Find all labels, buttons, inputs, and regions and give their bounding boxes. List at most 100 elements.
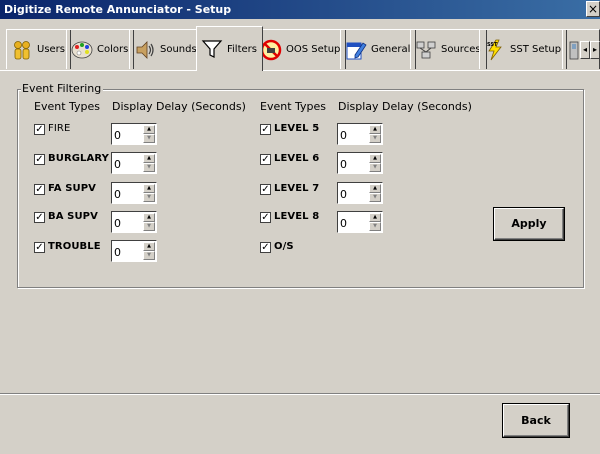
fire-delay-stepper[interactable]: 0 ▲ ▼ <box>111 123 157 145</box>
fire-checkbox[interactable]: ✓ <box>34 124 45 135</box>
spin-down-button[interactable]: ▼ <box>143 251 155 260</box>
level-8-checkbox[interactable]: ✓ <box>260 212 271 223</box>
tab-colors[interactable]: Colors <box>66 29 135 69</box>
spin-buttons: ▲ ▼ <box>143 213 155 231</box>
spin-buttons: ▲ ▼ <box>143 154 155 172</box>
tab-sst-setup[interactable]: SST SST Setup <box>479 29 568 69</box>
close-button[interactable]: × <box>586 1 600 17</box>
spin-buttons: ▲ ▼ <box>143 125 155 143</box>
level-8-label: LEVEL 8 <box>274 211 320 222</box>
fa-supv-delay-stepper[interactable]: 0 ▲ ▼ <box>111 182 157 204</box>
level-5-delay-stepper[interactable]: 0 ▲ ▼ <box>337 123 383 145</box>
spin-up-button[interactable]: ▲ <box>369 154 381 163</box>
group-label: Event Filtering <box>21 82 104 95</box>
fa-supv-delay-value[interactable]: 0 <box>114 188 121 201</box>
tab-scroll-left-button[interactable]: ◂ <box>580 41 590 59</box>
level-6-checkbox[interactable]: ✓ <box>260 154 271 165</box>
level-5-label: LEVEL 5 <box>274 123 320 134</box>
panel-top-border <box>0 70 600 71</box>
tab-label: OOS Setup <box>286 44 341 55</box>
palette-icon <box>71 41 93 58</box>
apply-button[interactable]: Apply <box>494 208 564 240</box>
network-icon <box>416 41 436 58</box>
o-s-label: O/S <box>274 241 294 252</box>
o-s-checkbox[interactable]: ✓ <box>260 242 271 253</box>
spin-down-button[interactable]: ▼ <box>143 134 155 143</box>
spin-up-button[interactable]: ▲ <box>369 213 381 222</box>
spin-down-button[interactable]: ▼ <box>369 163 381 172</box>
filter-icon <box>201 40 223 58</box>
header-event-types-right: Event Types <box>260 100 327 113</box>
level-7-checkbox[interactable]: ✓ <box>260 184 271 195</box>
ba-supv-delay-stepper[interactable]: 0 ▲ ▼ <box>111 211 157 233</box>
spin-up-button[interactable]: ▲ <box>143 213 155 222</box>
level-6-delay-stepper[interactable]: 0 ▲ ▼ <box>337 152 383 174</box>
fa-supv-checkbox[interactable]: ✓ <box>34 184 45 195</box>
spin-down-button[interactable]: ▼ <box>369 222 381 231</box>
tab-oos-setup[interactable]: OOS Setup <box>255 29 347 69</box>
fa-supv-label: FA SUPV <box>48 183 96 194</box>
users-icon <box>14 40 30 59</box>
window-title: Digitize Remote Annunciator - Setup <box>4 3 232 16</box>
spin-buttons: ▲ ▼ <box>369 154 381 172</box>
title-bar: Digitize Remote Annunciator - Setup × <box>0 0 600 19</box>
level-8-delay-stepper[interactable]: 0 ▲ ▼ <box>337 211 383 233</box>
level-5-checkbox[interactable]: ✓ <box>260 124 271 135</box>
level-8-delay-value[interactable]: 0 <box>340 217 347 230</box>
spin-up-button[interactable]: ▲ <box>143 125 155 134</box>
spin-down-button[interactable]: ▼ <box>369 134 381 143</box>
tab-sounds[interactable]: Sounds <box>129 29 203 69</box>
header-display-delay-right: Display Delay (Seconds) <box>338 100 472 113</box>
tab-scroll-right-button[interactable]: ▸ <box>590 41 600 59</box>
tab-label: Colors <box>97 44 129 55</box>
burglary-checkbox[interactable]: ✓ <box>34 154 45 165</box>
tab-label: Filters <box>227 43 257 55</box>
ba-supv-checkbox[interactable]: ✓ <box>34 212 45 223</box>
spin-up-button[interactable]: ▲ <box>143 184 155 193</box>
fire-delay-value[interactable]: 0 <box>114 129 121 142</box>
tab-filters[interactable]: Filters <box>196 26 263 71</box>
level-7-delay-value[interactable]: 0 <box>340 188 347 201</box>
trouble-checkbox[interactable]: ✓ <box>34 242 45 253</box>
spin-buttons: ▲ ▼ <box>143 184 155 202</box>
burglary-label: BURGLARY <box>48 153 109 164</box>
tab-users[interactable]: Users <box>6 29 72 69</box>
spin-up-button[interactable]: ▲ <box>143 154 155 163</box>
edit-icon <box>346 41 367 59</box>
spin-down-button[interactable]: ▼ <box>143 222 155 231</box>
tab-strip: Users Colors Sounds Filters OOS Setup Ge… <box>0 19 600 71</box>
back-button[interactable]: Back <box>503 404 569 437</box>
level-7-delay-stepper[interactable]: 0 ▲ ▼ <box>337 182 383 204</box>
level-6-delay-value[interactable]: 0 <box>340 158 347 171</box>
level-7-label: LEVEL 7 <box>274 183 320 194</box>
trouble-delay-value[interactable]: 0 <box>114 246 121 259</box>
spin-buttons: ▲ ▼ <box>143 242 155 260</box>
lightning-icon: SST <box>487 39 502 60</box>
svg-text:SST: SST <box>487 42 498 48</box>
no-entry-icon <box>260 39 282 60</box>
burglary-delay-value[interactable]: 0 <box>114 158 121 171</box>
tab-label: Users <box>37 44 66 55</box>
spin-up-button[interactable]: ▲ <box>143 242 155 251</box>
level-5-delay-value[interactable]: 0 <box>340 129 347 142</box>
ba-supv-delay-value[interactable]: 0 <box>114 217 121 230</box>
trouble-delay-stepper[interactable]: 0 ▲ ▼ <box>111 240 157 262</box>
trouble-label: TROUBLE <box>48 241 101 252</box>
spin-buttons: ▲ ▼ <box>369 213 381 231</box>
spin-down-button[interactable]: ▼ <box>143 193 155 202</box>
header-display-delay: Display Delay (Seconds) <box>112 100 246 113</box>
spin-down-button[interactable]: ▼ <box>369 193 381 202</box>
spin-up-button[interactable]: ▲ <box>369 125 381 134</box>
tab-general[interactable]: General <box>340 29 417 69</box>
fire-label: FIRE <box>48 123 71 134</box>
header-event-types: Event Types <box>34 100 101 113</box>
spin-buttons: ▲ ▼ <box>369 184 381 202</box>
spin-up-button[interactable]: ▲ <box>369 184 381 193</box>
spin-down-button[interactable]: ▼ <box>143 163 155 172</box>
tab-sources[interactable]: Sources <box>410 29 487 69</box>
tab-scroll: ◂ ▸ <box>580 41 600 59</box>
burglary-delay-stepper[interactable]: 0 ▲ ▼ <box>111 152 157 174</box>
tab-label: Sounds <box>160 44 197 55</box>
ba-supv-label: BA SUPV <box>48 211 98 222</box>
level-6-label: LEVEL 6 <box>274 153 320 164</box>
